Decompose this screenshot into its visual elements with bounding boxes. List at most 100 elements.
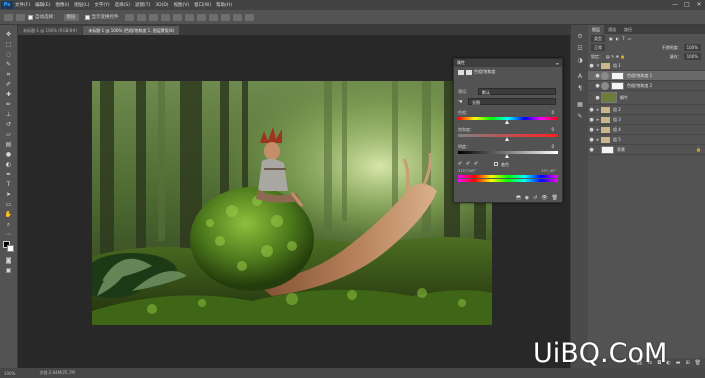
quick-select-tool-icon[interactable]: ✎ xyxy=(4,61,13,68)
eyedropper-plus-icon[interactable]: ✐ xyxy=(466,161,470,167)
reset-icon[interactable]: ↺ xyxy=(533,195,537,201)
filter-adjust-icon[interactable]: ◐ xyxy=(616,36,620,41)
menu-view[interactable]: 视图(V) xyxy=(174,2,190,8)
align-right-icon[interactable] xyxy=(184,13,194,21)
hue-slider-thumb[interactable] xyxy=(505,120,509,124)
blur-tool-icon[interactable]: ● xyxy=(4,151,13,158)
menu-select[interactable]: 选择(S) xyxy=(115,2,130,8)
align-center-icon[interactable] xyxy=(172,13,182,21)
visibility-eye-icon[interactable]: ● xyxy=(594,83,601,89)
menu-help[interactable]: 帮助(H) xyxy=(216,2,232,8)
character-panel-icon[interactable]: A xyxy=(576,73,584,80)
brush-tool-icon[interactable]: ✏ xyxy=(4,101,13,108)
visibility-eye-icon[interactable]: ● xyxy=(588,137,595,143)
properties-panel-header[interactable]: 属性 ≡ xyxy=(454,59,562,67)
layer-row-group-3[interactable]: ● ▸ 组 3 xyxy=(588,115,705,125)
show-transform-group[interactable]: 显示变换控件 xyxy=(84,14,119,20)
tab-document-1[interactable]: 未标题-1 @ 100% (RGB/8#) xyxy=(18,26,83,35)
menu-window[interactable]: 窗口(W) xyxy=(194,2,211,8)
layers-panel[interactable]: 图层 通道 路径 类型 ▣ ◐ T ▭ 正常 不透明度： 100% 锁定： ▧ … xyxy=(588,25,705,368)
menu-image[interactable]: 图像(I) xyxy=(55,2,69,8)
visibility-icon[interactable]: 👁 xyxy=(541,195,547,201)
saturation-value[interactable]: 0 xyxy=(551,127,554,132)
align-bottom-icon[interactable] xyxy=(148,13,158,21)
move-tool-icon[interactable]: ✥ xyxy=(4,31,13,38)
eraser-tool-icon[interactable]: ▱ xyxy=(4,131,13,138)
close-button[interactable]: ✕ xyxy=(693,0,705,10)
visibility-eye-icon[interactable]: ● xyxy=(588,107,595,113)
layer-row-background[interactable]: ● 背景 🔒 xyxy=(588,145,705,155)
menu-edit[interactable]: 编辑(E) xyxy=(35,2,50,8)
layer-row-group-5[interactable]: ● ▸ 组 5 xyxy=(588,135,705,145)
align-top-icon[interactable] xyxy=(124,13,134,21)
opacity-input[interactable]: 100% xyxy=(683,44,701,51)
eyedropper-tool-icon[interactable]: ✐ xyxy=(4,81,13,88)
layer-kind-filter[interactable]: 类型 xyxy=(591,35,605,42)
layer-row-hue-sat-1[interactable]: ● 色相/饱和度 1 xyxy=(588,71,705,81)
visibility-eye-icon[interactable]: ● xyxy=(588,127,595,133)
type-tool-icon[interactable]: T xyxy=(4,181,13,188)
layer-row-group-4[interactable]: ● ▸ 组 4 xyxy=(588,125,705,135)
swatches-panel-icon[interactable]: ▦ xyxy=(576,101,584,108)
visibility-eye-icon[interactable]: ● xyxy=(594,73,601,79)
hand-tool-icon[interactable]: ✋ xyxy=(4,211,13,218)
tab-document-2[interactable]: 未标题-1 @ 100% (色相/饱和度 1, 图层蒙版/8) xyxy=(83,26,180,35)
auto-select-target[interactable]: 图层 xyxy=(63,13,79,21)
visibility-eye-icon[interactable]: ● xyxy=(588,63,595,69)
saturation-slider-thumb[interactable] xyxy=(505,137,509,141)
history-brush-tool-icon[interactable]: ↺ xyxy=(4,121,13,128)
colorize-checkbox[interactable] xyxy=(494,162,498,166)
show-transform-checkbox[interactable] xyxy=(84,14,90,20)
layer-mask-thumbnail[interactable] xyxy=(611,81,624,90)
distribute-icon[interactable] xyxy=(196,13,206,21)
filter-pixel-icon[interactable]: ▣ xyxy=(609,36,613,41)
layer-thumbnail[interactable] xyxy=(601,145,614,154)
eyedropper-minus-icon[interactable]: ✐ xyxy=(474,161,478,167)
mask-icon[interactable] xyxy=(466,69,472,75)
properties-panel-icon[interactable]: ☷ xyxy=(576,45,584,52)
fill-input[interactable]: 100% xyxy=(683,53,701,60)
visibility-eye-icon[interactable]: ● xyxy=(588,117,595,123)
distribute-2-icon[interactable] xyxy=(208,13,218,21)
healing-brush-tool-icon[interactable]: ✚ xyxy=(4,91,13,98)
align-left-icon[interactable] xyxy=(160,13,170,21)
delete-icon[interactable]: 🗑 xyxy=(552,195,558,201)
layer-row-hue-sat-2[interactable]: ● 色相/饱和度 2 xyxy=(588,81,705,91)
layer-mask-thumbnail[interactable] xyxy=(611,71,624,80)
layer-row-group-2[interactable]: ● ▸ 组 2 xyxy=(588,105,705,115)
crop-tool-icon[interactable]: ⌗ xyxy=(4,71,13,78)
filter-shape-icon[interactable]: ▭ xyxy=(628,36,632,41)
shape-tool-icon[interactable]: ▭ xyxy=(4,201,13,208)
targeted-adjust-icon[interactable]: ☚ xyxy=(458,99,462,105)
lock-icons[interactable]: ▧ ✎ ✥ 🔒 xyxy=(606,54,625,59)
adjustments-panel-icon[interactable]: ◑ xyxy=(576,57,584,64)
preset-select[interactable]: 默认 xyxy=(478,88,556,95)
visibility-eye-icon[interactable]: ● xyxy=(588,147,595,153)
eyedropper-icon[interactable]: ✐ xyxy=(458,161,462,167)
background-color-swatch[interactable] xyxy=(7,245,14,252)
layer-thumbnail[interactable] xyxy=(601,92,617,103)
move-tool-icon[interactable] xyxy=(4,13,13,21)
layer-row-snail[interactable]: ● 蜗牛 xyxy=(588,91,705,105)
minimize-button[interactable]: — xyxy=(669,0,681,10)
new-layer-icon[interactable]: ⊞ xyxy=(685,360,689,366)
pen-tool-icon[interactable]: ✒ xyxy=(4,171,13,178)
visibility-eye-icon[interactable]: ● xyxy=(594,95,601,101)
quick-mask-icon[interactable]: ◙ xyxy=(4,257,13,264)
lightness-slider-thumb[interactable] xyxy=(505,154,509,158)
properties-panel[interactable]: 属性 ≡ 色相/饱和度 预设： 默认 ☚ 全图 色相： 0 饱和度： 0 明度：… xyxy=(453,58,563,203)
clip-to-layer-icon[interactable]: ⬒ xyxy=(516,195,521,201)
menu-file[interactable]: 文件(F) xyxy=(15,2,30,8)
auto-select-target-dropdown[interactable]: 图层 xyxy=(63,13,79,21)
history-panel-icon[interactable]: ⏲ xyxy=(576,33,584,40)
align-middle-icon[interactable] xyxy=(136,13,146,21)
menu-filter[interactable]: 滤镜(T) xyxy=(135,2,150,8)
new-group-icon[interactable]: ▬ xyxy=(676,360,681,366)
tab-layers[interactable]: 图层 xyxy=(588,25,604,34)
paragraph-panel-icon[interactable]: ¶ xyxy=(576,85,584,92)
tool-preset-icon[interactable] xyxy=(16,13,25,21)
panel-menu-icon[interactable]: ≡ xyxy=(556,61,559,66)
lasso-tool-icon[interactable]: ◌ xyxy=(4,51,13,58)
auto-select-checkbox[interactable] xyxy=(28,14,33,20)
blend-mode-select[interactable]: 正常 xyxy=(591,44,605,51)
